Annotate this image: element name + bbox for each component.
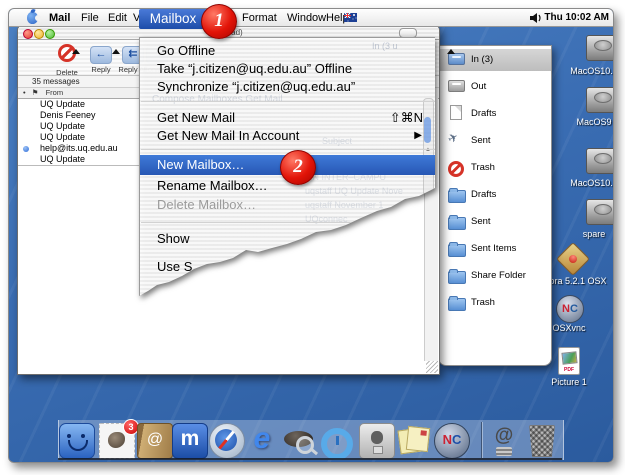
eudora-app-icon[interactable] (556, 242, 590, 276)
sherlock-icon[interactable] (282, 423, 316, 457)
quicktime-icon[interactable] (320, 423, 354, 457)
speaker-icon[interactable] (530, 13, 543, 23)
finder-icon[interactable] (59, 423, 95, 459)
running-indicator (447, 49, 455, 54)
mailbox-item-trash[interactable]: Trash (439, 157, 551, 179)
desktop-icon-hard-drive[interactable] (586, 148, 614, 174)
reply-icon: ← (90, 46, 112, 64)
system-preferences-icon[interactable] (359, 423, 395, 459)
mailbox-item-out[interactable]: Out (439, 76, 551, 98)
message-count: 35 messages (32, 77, 80, 86)
mailbox-item-share-folder[interactable]: Share Folder (439, 265, 551, 287)
eudora-notes-icon[interactable] (396, 423, 430, 457)
mailbox-item-drafts[interactable]: Drafts (439, 103, 551, 125)
resize-grip[interactable] (426, 361, 438, 373)
callout-step-1: 1 (201, 4, 237, 39)
blue-folder-icon (448, 271, 466, 284)
running-indicator (72, 49, 80, 54)
desktop-icon-label[interactable]: MacOS10.2 (565, 66, 614, 76)
ghost-row-text: uqstaff UQ Update Nove (305, 186, 403, 196)
running-indicator (112, 49, 120, 54)
menubar: Mail File Edit Vie Format Window Help Th… (9, 9, 613, 27)
desktop-icon-label[interactable]: spare (565, 229, 614, 239)
menu-format[interactable]: Format (242, 11, 277, 25)
menu-separator (141, 101, 435, 102)
menu-separator (141, 149, 435, 150)
shortcut-get-new-mail: ⇧⌘N (390, 109, 423, 127)
menu-item-get-new-mail-in-account[interactable]: Get New Mail In Account (157, 127, 299, 145)
dock-bottom-edge (58, 458, 562, 460)
menu-file[interactable]: File (81, 11, 99, 25)
internet-explorer-icon[interactable]: e (245, 423, 279, 457)
desktop-icon-label[interactable]: ora 5.2.1 OSX (543, 276, 613, 286)
desktop-icon-hard-drive[interactable] (586, 199, 614, 225)
mailbox-item-sent-items[interactable]: Sent Items (439, 238, 551, 260)
mail-icon[interactable]: 3 (99, 423, 135, 459)
desktop-icon-hard-drive[interactable] (586, 87, 614, 113)
ghost-title-text: In (3 u (372, 41, 398, 51)
flag-column-icon[interactable]: ⚑ (32, 88, 39, 97)
vnc-glyph-n: N (562, 303, 570, 315)
menu-edit[interactable]: Edit (108, 11, 127, 25)
mailbox-item-drafts-folder[interactable]: Drafts (439, 184, 551, 206)
menu-mail[interactable]: Mail (49, 11, 70, 25)
blue-folder-icon (448, 217, 466, 230)
mozilla-icon[interactable]: m (172, 423, 208, 459)
menu-item-synchronize[interactable]: Synchronize “j.citizen@uq.edu.au” (157, 78, 355, 96)
menu-item-delete-mailbox: Delete Mailbox… (157, 196, 256, 214)
mac-desktop: MacOS10.2 MacOS9 MacOS10.3 spare ora 5.2… (8, 8, 614, 463)
address-book-icon[interactable]: @ (137, 423, 173, 459)
blue-folder-icon (448, 190, 466, 203)
desktop-icon-label[interactable]: Picture 1 (539, 377, 599, 387)
pdf-tag: PDF (559, 367, 579, 373)
menubar-clock[interactable]: Thu 10:02 AM (544, 11, 609, 25)
menu-mailbox-title[interactable]: Mailbox (139, 9, 207, 29)
desktop-icon-hard-drive[interactable] (586, 35, 614, 61)
mailbox-item-in[interactable]: In (3) (439, 49, 551, 71)
vnc-glyph-c: C (570, 303, 578, 315)
menu-window[interactable]: Window (287, 11, 326, 25)
menu-item-show[interactable]: Show (157, 230, 190, 248)
outbox-tray-icon (448, 80, 465, 92)
apple-menu-icon[interactable] (27, 12, 38, 24)
mailbox-item-trash-folder[interactable]: Trash (439, 292, 551, 314)
menu-item-get-new-mail[interactable]: Get New Mail (157, 109, 235, 127)
mailbox-item-sent-folder[interactable]: Sent (439, 211, 551, 233)
menu-item-rename-mailbox[interactable]: Rename Mailbox… (157, 177, 268, 195)
desktop-icon-label[interactable]: MacOS10.3 (565, 178, 614, 188)
close-button[interactable] (23, 29, 33, 39)
osxvnc-dock-icon[interactable]: NC (434, 423, 470, 459)
draft-page-icon (450, 105, 462, 120)
paper-plane-icon: ✈ (446, 130, 461, 145)
trash-icon[interactable] (525, 423, 559, 457)
menu-item-take-offline[interactable]: Take “j.citizen@uq.edu.au” Offline (157, 60, 352, 78)
callout-step-2: 2 (280, 150, 316, 185)
menu-separator (141, 222, 435, 223)
safari-icon[interactable] (209, 423, 245, 459)
dock-separator (481, 422, 482, 458)
mailbox-drawer: In (3) Out Drafts ✈Sent Trash Drafts Sen… (438, 45, 552, 366)
blue-folder-icon (448, 244, 466, 257)
zoom-button[interactable] (45, 29, 55, 39)
osxvnc-app-icon[interactable]: NC (556, 295, 584, 323)
minimize-button[interactable] (34, 29, 44, 39)
ghost-row-text: uqstaff November 1 (305, 200, 383, 210)
at-spring-icon[interactable]: @ (487, 425, 521, 459)
ghost-scrollbar: ▲▼ (423, 98, 434, 210)
desktop-icon-label[interactable]: MacOS9 (565, 117, 614, 127)
inbox-tray-icon (448, 53, 465, 65)
no-entry-icon (448, 161, 464, 177)
menu-item-use-torn[interactable]: Use S (157, 258, 192, 276)
read-column-dot[interactable]: • (23, 88, 26, 97)
from-column[interactable]: From (46, 88, 64, 97)
australian-flag-icon[interactable] (344, 13, 357, 22)
menu-item-go-offline[interactable]: Go Offline (157, 42, 215, 60)
mailbox-item-sent[interactable]: ✈Sent (439, 130, 551, 152)
blue-folder-icon (448, 298, 466, 311)
tutorial-screenshot: MacOS10.2 MacOS9 MacOS10.3 spare ora 5.2… (0, 0, 625, 475)
picture-file-icon[interactable]: PDF (558, 347, 580, 375)
ghost-subject-text: Subject (322, 136, 352, 146)
unread-dot (23, 146, 29, 152)
submenu-arrow-icon: ▶ (414, 130, 422, 141)
